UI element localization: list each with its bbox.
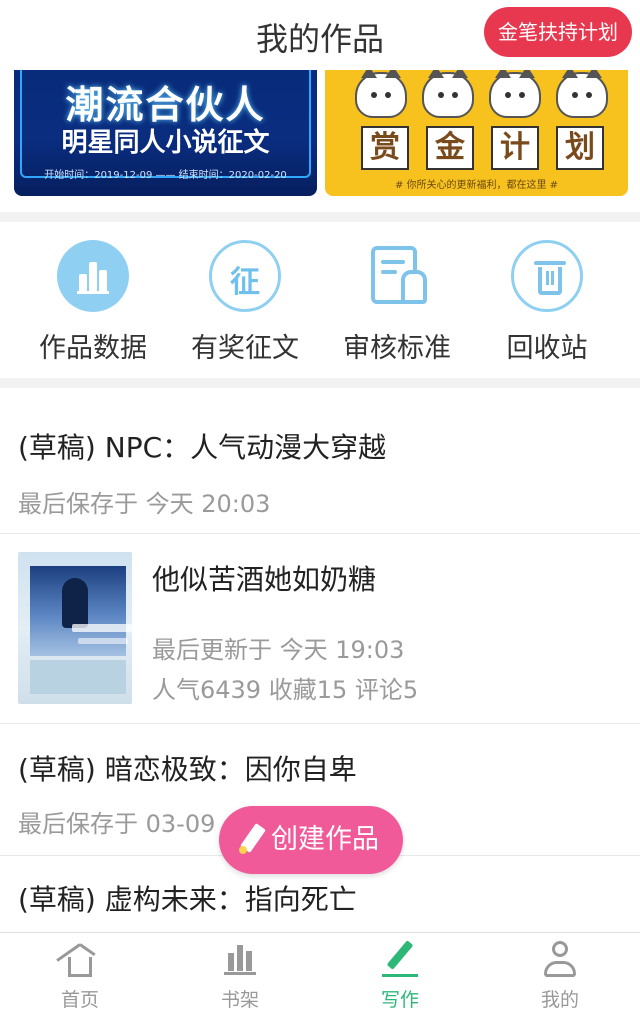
contest-glyph: 征: [230, 265, 260, 300]
cat-icon: [556, 70, 608, 118]
quick-actions: 作品数据 征 有奖征文 审核标准 回收站: [0, 222, 640, 378]
cat-icon: [422, 70, 474, 118]
reward-plan-subtitle: # 你所关心的更新福利，都在这里 #: [394, 180, 559, 191]
quick-item-label: 有奖征文: [191, 333, 299, 364]
cat-illustration: [355, 70, 608, 120]
banner-strip: 潮流合伙人 明星同人小说征文 开始时间：2019-12-09 —— 结束时间：2…: [0, 70, 640, 206]
tab-write[interactable]: 写作: [320, 939, 480, 1012]
tab-label: 首页: [60, 989, 99, 1011]
book-cover: [18, 552, 132, 704]
work-title: (草稿) 虚构未来：指向死亡: [18, 883, 357, 916]
review-standard-icon: [361, 240, 433, 312]
work-update-time: 最后更新于 今天 19:03: [152, 636, 405, 664]
banner-subtitle: 明星同人小说征文: [61, 128, 270, 158]
tab-me[interactable]: 我的: [480, 939, 640, 1012]
list-item[interactable]: 他似苦酒她如奶糖 最后更新于 今天 19:03 人气6439 收藏15 评论5: [0, 534, 640, 724]
profile-icon: [540, 939, 580, 979]
work-stats: 人气6439 收藏15 评论5: [152, 676, 419, 704]
bar-chart-icon: [57, 240, 129, 312]
quick-item-contest[interactable]: 征 有奖征文: [170, 240, 320, 365]
cat-icon: [489, 70, 541, 118]
reward-char: 计: [491, 126, 539, 170]
bookshelf-icon: [220, 939, 260, 979]
quick-item-recycle-bin[interactable]: 回收站: [472, 240, 622, 365]
write-icon: [380, 939, 420, 979]
trash-icon: [511, 240, 583, 312]
reward-char: 划: [556, 126, 604, 170]
contest-icon: 征: [209, 240, 281, 312]
home-icon: [56, 939, 100, 979]
top-header: 我的作品 金笔扶持计划: [0, 0, 640, 70]
work-title: (草稿) NPC：人气动漫大穿越: [18, 431, 387, 464]
create-work-button[interactable]: 创建作品: [219, 806, 403, 874]
work-title: (草稿) 暗恋极致：因你自卑: [18, 753, 357, 786]
banner-title: 潮流合伙人: [65, 83, 266, 127]
reward-plan-title: 赏 金 计 划: [361, 126, 604, 170]
tab-label: 我的: [540, 989, 579, 1011]
create-work-label: 创建作品: [271, 824, 379, 855]
banner-dates: 开始时间：2019-12-09 —— 结束时间：2020-02-20: [44, 170, 287, 181]
quick-item-label: 作品数据: [39, 333, 147, 364]
tab-bookshelf[interactable]: 书架: [160, 939, 320, 1012]
cat-icon: [355, 70, 407, 118]
work-save-time: 最后保存于 今天 20:03: [18, 490, 271, 518]
quick-item-label: 审核标准: [343, 333, 451, 364]
reward-char: 金: [426, 126, 474, 170]
bottom-tab-bar: 首页 书架 写作 我的: [0, 932, 640, 1014]
tab-label: 书架: [220, 989, 259, 1011]
jinbi-support-plan-button[interactable]: 金笔扶持计划: [484, 7, 632, 57]
quick-item-label: 回收站: [506, 333, 588, 364]
section-divider: [0, 212, 640, 222]
tab-home[interactable]: 首页: [0, 939, 160, 1012]
section-divider: [0, 378, 640, 388]
quick-item-review-standard[interactable]: 审核标准: [322, 240, 472, 365]
reward-char: 赏: [361, 126, 409, 170]
work-save-time: 最后保存于 03-09: [18, 810, 216, 838]
list-item[interactable]: (草稿) NPC：人气动漫大穿越 最后保存于 今天 20:03: [0, 388, 640, 534]
tab-label: 写作: [380, 989, 419, 1011]
banner-reward-plan[interactable]: 赏 金 计 划 # 你所关心的更新福利，都在这里 #: [325, 70, 628, 196]
banner-trend-partner[interactable]: 潮流合伙人 明星同人小说征文 开始时间：2019-12-09 —— 结束时间：2…: [14, 70, 317, 196]
work-title: 他似苦酒她如奶糖: [152, 563, 377, 596]
quick-item-work-data[interactable]: 作品数据: [18, 240, 168, 365]
pencil-icon: [237, 822, 267, 858]
